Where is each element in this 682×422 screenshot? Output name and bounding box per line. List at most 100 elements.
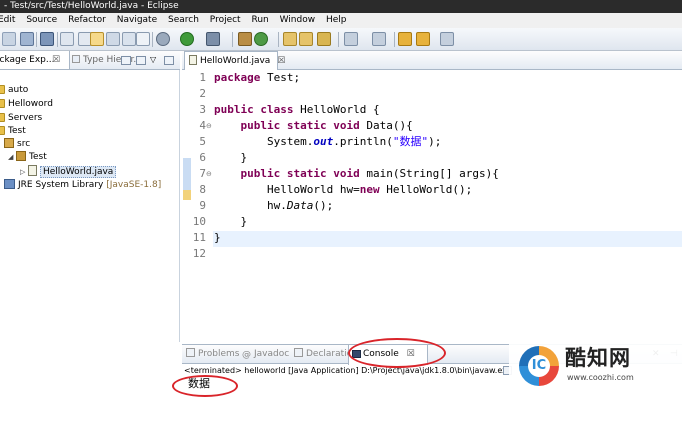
block-selection-icon[interactable] [122,32,136,46]
next-annotation-icon[interactable] [344,32,358,46]
pin-icon[interactable] [136,32,150,46]
code-line-9[interactable]: hw.Data(); [214,198,333,214]
view-menu-icon[interactable]: ▽ [150,55,160,64]
previous-annotation-icon[interactable] [372,32,386,46]
tree-item-auto[interactable]: auto [0,84,28,97]
external-tools-icon[interactable] [206,32,220,46]
annotation-ring-output [172,375,238,397]
toggle-breadcrumb-icon[interactable] [60,32,74,46]
source-folder-icon [4,138,14,148]
tree-item-test-package[interactable]: ◢ Test [8,151,47,164]
tab-package-explorer[interactable]: ackage Exp... ☒ [0,51,70,69]
tree-item-label: Test [29,152,47,162]
code-line-3[interactable]: public class HelloWorld { [214,102,380,118]
library-icon [4,179,15,189]
fold-toggle-icon[interactable]: ⊖ [206,118,212,134]
tab-type-hierarchy[interactable]: Type Hierar... [72,51,142,69]
tree-item-jre-library[interactable]: JRE System Library [JavaSE-1.8] [4,179,161,192]
javadoc-icon: @ [242,350,251,360]
new-icon[interactable] [2,32,16,46]
collapse-all-icon[interactable] [121,56,131,65]
project-icon [0,99,5,108]
close-icon[interactable]: ☒ [277,56,285,66]
line-number: 3 [199,103,206,116]
line-number: 4 [199,119,206,132]
toolbar-separator [338,32,339,47]
forward-icon[interactable] [440,32,454,46]
tab-package-explorer-label: ackage Exp... [0,55,55,65]
menu-navigate[interactable]: Navigate [113,13,161,28]
toolbar-separator [232,32,233,47]
run-icon[interactable] [180,32,194,46]
package-explorer: auto Helloword Servers Test src ◢ Test ▷ H… [0,70,180,342]
menu-refactor[interactable]: Refactor [64,13,110,28]
code-line-7[interactable]: public static void main(String[] args){ [214,166,499,182]
back-icon[interactable] [416,32,430,46]
java-file-icon [189,55,197,65]
menu-source[interactable]: Source [22,13,61,28]
debug-settings-icon[interactable] [156,32,170,46]
code-line-1[interactable]: package Test; [214,70,300,86]
line-number: 11 [192,231,206,244]
console-status: <terminated> helloworld [Java Applicatio… [184,366,512,375]
line-number: 10 [192,215,206,228]
code-line-10[interactable]: } [214,214,248,230]
expand-caret-icon[interactable]: ▷ [20,166,28,179]
tree-item-helloworld-java[interactable]: ▷ HelloWorld.java [20,165,117,179]
watermark-url: www.coozhi.com [567,373,634,382]
line-number: 7 [199,167,206,180]
tab-problems[interactable]: Problems [186,345,239,364]
menu-project[interactable]: Project [206,13,245,28]
last-edit-icon[interactable] [398,32,412,46]
minimize-icon[interactable] [164,56,174,65]
left-view-tabs: ackage Exp... ☒ Type Hierar... ▽ [0,51,180,70]
new-class-icon[interactable] [254,32,268,46]
code-line-4[interactable]: public static void Data(){ [214,118,413,134]
tree-item-test-project[interactable]: Test [0,125,26,138]
coozhi-logo-icon: IC [519,346,559,386]
code-line-8[interactable]: HelloWorld hw=new HelloWorld(); [214,182,472,198]
search-icon[interactable] [317,32,331,46]
menu-run[interactable]: Run [247,13,272,28]
close-icon[interactable]: ☒ [52,51,60,69]
tree-item-label: Helloword [8,99,53,109]
tree-item-helloword[interactable]: Helloword [0,98,53,111]
expand-caret-icon[interactable]: ◢ [8,151,16,164]
tree-item-label: JRE System Library [18,180,104,190]
link-with-editor-icon[interactable] [136,56,146,65]
fold-toggle-icon[interactable]: ⊖ [206,166,212,182]
tree-item-servers[interactable]: Servers [0,112,42,125]
menu-help[interactable]: Help [322,13,351,28]
menu-window[interactable]: Window [276,13,320,28]
save-icon[interactable] [20,32,34,46]
toolbar-separator [152,32,153,47]
folder-icon [0,113,5,122]
show-whitespace-icon[interactable] [106,32,120,46]
new-java-project-icon[interactable] [238,32,252,46]
tab-javadoc[interactable]: @ Javadoc [242,345,289,364]
tab-helloworld-java[interactable]: HelloWorld.java ☒ [184,51,285,70]
open-task-icon[interactable] [299,32,313,46]
bottom-left-area [0,342,182,422]
project-icon [0,85,5,94]
menu-edit[interactable]: Edit [0,13,19,28]
code-line-6[interactable]: } [214,150,248,166]
code-line-5[interactable]: System.out.println("数据"); [214,134,441,150]
line-number: 5 [199,135,206,148]
annotation-ring-console-tab [348,338,446,368]
open-type-icon[interactable] [283,32,297,46]
line-number: 2 [199,87,206,100]
print-icon[interactable] [40,32,54,46]
window-title: - Test/src/Test/HelloWorld.java - Eclips… [4,1,179,11]
declaration-icon [294,348,303,357]
current-line-highlight [213,231,682,247]
menu-search[interactable]: Search [164,13,203,28]
tree-item-label: src [17,139,31,149]
highlight-icon[interactable] [90,32,104,46]
java-file-icon [28,165,37,176]
window-title-bar: - Test/src/Test/HelloWorld.java - Eclips… [0,0,682,13]
line-number: 8 [199,183,206,196]
watermark-name: 酷知网 [565,346,631,370]
code-line-11[interactable]: } [214,230,221,246]
tree-item-src[interactable]: src [4,138,30,151]
